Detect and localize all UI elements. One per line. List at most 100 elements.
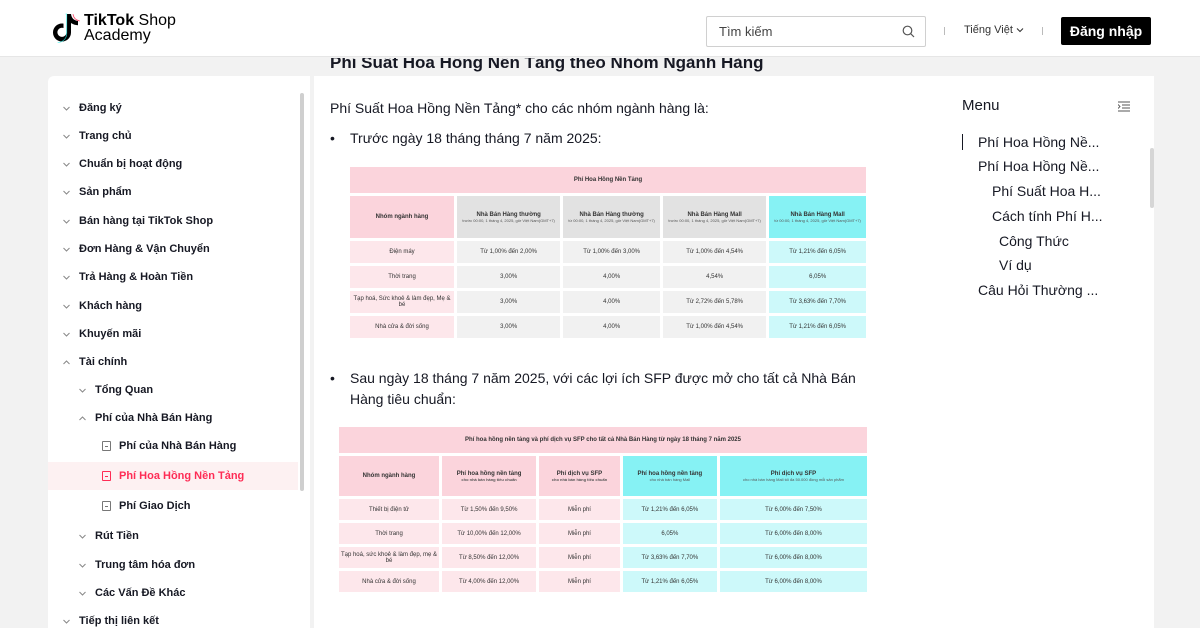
fee-table-after: Phí hoa hồng nền tảng và phí dịch vụ SFP… [336, 424, 870, 595]
sidebar-item-don-hang[interactable]: Đơn Hàng & Vận Chuyển [48, 235, 298, 263]
chevron-down-icon [79, 388, 86, 393]
table-cell: Từ 10,00% đến 12,00% [442, 523, 537, 544]
sidebar-item-label: Phí của Nhà Bán Hàng [95, 412, 213, 424]
toc-item[interactable]: Công Thức [999, 233, 1069, 249]
sidebar-item-label: Trả Hàng & Hoàn Tiền [79, 271, 194, 283]
table-cell: Thời trang [350, 266, 454, 288]
sidebar-item-tra-hang[interactable]: Trả Hàng & Hoàn Tiền [48, 263, 298, 291]
table-header-cell: Nhà Bán Hàng Mall trước 00:00, 1 tháng 4,… [662, 196, 767, 238]
table-cell: 3,00% [457, 316, 561, 338]
chevron-down-icon [79, 563, 86, 568]
table-cell: 4,54% [662, 266, 767, 288]
sidebar-item-rut-tien[interactable]: Rút Tiền [48, 522, 298, 550]
language-selector[interactable]: Tiếng Việt [964, 24, 1024, 36]
table-row: Thời trang 3,00% 4,00% 4,54% 6,05% [350, 266, 866, 288]
toc-active-indicator [962, 134, 963, 150]
sidebar-item-label: Đăng ký [79, 102, 122, 114]
chevron-down-icon [1016, 28, 1024, 33]
table-cell: Từ 1,21% đến 6,05% [769, 241, 866, 263]
sidebar-item-label: Khách hàng [79, 300, 142, 312]
sidebar-item-ban-hang[interactable]: Bán hàng tại TikTok Shop [48, 207, 298, 235]
table-header-cell: Nhóm ngành hàng [350, 196, 454, 238]
sidebar-item-label: Rút Tiền [95, 530, 139, 542]
sidebar-item-label: Các Vấn Đề Khác [95, 587, 186, 599]
toc-item[interactable]: Cách tính Phí H... [992, 208, 1103, 224]
table-cell: 6,05% [622, 523, 717, 544]
table-cell: Từ 1,21% đến 6,05% [769, 316, 866, 338]
sidebar-item-tiep-thi[interactable]: Tiếp thị liên kết [48, 607, 298, 628]
sidebar-item-tai-chinh[interactable]: Tài chính [48, 348, 298, 376]
document-icon [102, 471, 111, 481]
table-header-cell: Phí dịch vụ SFP cho nhà bán hàng Mall tối… [719, 456, 867, 496]
chevron-down-icon [63, 332, 70, 337]
sidebar-item-tong-quan[interactable]: Tổng Quan [48, 376, 298, 404]
table-cell: Miễn phí [539, 571, 620, 592]
table-cell: Từ 1,00% đến 4,54% [662, 316, 767, 338]
table-cell: Từ 6,00% đến 8,00% [719, 571, 867, 592]
search-input[interactable] [707, 17, 887, 46]
table-cell: Từ 1,50% đến 9,50% [442, 499, 537, 520]
sidebar-item-khuyen-mai[interactable]: Khuyến mãi [48, 320, 298, 348]
login-button[interactable]: Đăng nhập [1061, 17, 1151, 45]
table-row: Nhà cửa & đời sống Từ 4,00% đến 12,00% M… [339, 571, 867, 592]
sidebar-item-chuan-bi[interactable]: Chuẩn bị hoạt động [48, 150, 298, 178]
table-cell: Từ 1,00% đến 2,00% [457, 241, 561, 263]
chevron-down-icon [63, 162, 70, 167]
sidebar-item-label: Phí Hoa Hồng Nền Tảng [119, 470, 245, 482]
language-label: Tiếng Việt [964, 24, 1013, 36]
table-cell: Từ 1,21% đến 6,05% [622, 571, 717, 592]
sidebar-item-phi-nha-ban-hang[interactable]: Phí của Nhà Bán Hàng [48, 432, 298, 460]
bullet-after-date: Sau ngày 18 tháng 7 năm 2025, với các lợ… [330, 368, 866, 410]
toc-item[interactable]: Phí Hoa Hồng Nề... [978, 134, 1099, 150]
table-cell: Miễn phí [539, 547, 620, 568]
chevron-down-icon [63, 275, 70, 280]
sidebar-item-label: Đơn Hàng & Vận Chuyển [79, 243, 210, 255]
sidebar-scrollbar[interactable] [300, 93, 304, 491]
table-row: Thiết bị điện tử Từ 1,50% đến 9,50% Miễn… [339, 499, 867, 520]
outline-toggle-icon[interactable] [1118, 101, 1130, 112]
sidebar-item-label: Tiếp thị liên kết [79, 615, 159, 627]
left-sidebar-nav: Đăng ký Trang chủ Chuẩn bị hoạt động Sản… [48, 76, 310, 628]
chevron-down-icon [63, 304, 70, 309]
chevron-up-icon [63, 359, 70, 364]
table-row: Thời trang Từ 10,00% đến 12,00% Miễn phí… [339, 523, 867, 544]
table-header-cell: Phí hoa hồng nền tảng cho nhà bán hàng ti… [442, 456, 537, 496]
toc-title: Menu [962, 97, 1000, 114]
sidebar-item-dang-ky[interactable]: Đăng ký [48, 94, 298, 122]
table-header-cell: Nhóm ngành hàng [339, 456, 439, 496]
sidebar-item-label: Bán hàng tại TikTok Shop [79, 215, 214, 227]
sidebar-item-trang-chu[interactable]: Trang chủ [48, 122, 298, 150]
sidebar-item-khach-hang[interactable]: Khách hàng [48, 292, 298, 320]
sidebar-item-label: Tổng Quan [95, 384, 154, 396]
toc-item[interactable]: Câu Hỏi Thường ... [978, 282, 1098, 298]
document-icon [102, 501, 111, 511]
chevron-down-icon [63, 247, 70, 252]
section-heading: Phí Suất Hoa Hồng Nền Tảng theo Nhóm Ngà… [330, 58, 764, 72]
bullet-before-date: Trước ngày 18 tháng tháng 7 năm 2025: [330, 128, 856, 149]
sidebar-item-phi-nha-ban-hang-group[interactable]: Phí của Nhà Bán Hàng [48, 404, 298, 432]
sidebar-item-van-de-khac[interactable]: Các Vấn Đề Khác [48, 579, 298, 607]
table-cell: Từ 1,21% đến 6,05% [622, 499, 717, 520]
intro-text: Phí Suất Hoa Hồng Nền Tảng* cho các nhóm… [330, 100, 709, 116]
table-header-cell: Phí dịch vụ SFP cho nhà bán hàng tiêu chu… [539, 456, 620, 496]
sidebar-item-phi-giao-dich[interactable]: Phí Giao Dịch [48, 492, 298, 520]
sidebar-item-label: Trang chủ [79, 130, 132, 142]
fee-table-before: Phí Hoa Hồng Nền Tảng Nhóm ngành hàng Nh… [347, 164, 869, 341]
table-cell: Từ 8,50% đến 12,00% [442, 547, 537, 568]
chevron-up-icon [79, 415, 86, 420]
toc-scrollbar[interactable] [1150, 148, 1154, 208]
toc-item[interactable]: Phí Suất Hoa H... [992, 183, 1101, 199]
sidebar-item-phi-hoa-hong[interactable]: Phí Hoa Hồng Nền Tảng [48, 462, 298, 490]
table-cell: Từ 4,00% đến 12,00% [442, 571, 537, 592]
sidebar-item-hoa-don[interactable]: Trung tâm hóa đơn [48, 551, 298, 579]
sidebar-item-san-pham[interactable]: Sản phẩm [48, 178, 298, 206]
sidebar-item-label: Khuyến mãi [79, 328, 142, 340]
sidebar-item-label: Chuẩn bị hoạt động [79, 158, 183, 170]
toc-item[interactable]: Ví dụ [999, 257, 1032, 273]
tiktok-shop-academy-logo[interactable]: TikTok Shop Academy [52, 12, 176, 44]
toc-item[interactable]: Phí Hoa Hồng Nề... [978, 158, 1099, 174]
search-icon[interactable] [902, 25, 915, 38]
table-header-cell: Nhà Bán Hàng thường trước 00:00, 1 tháng … [457, 196, 561, 238]
table-header-cell: Phí hoa hồng nền tảng cho nhà bán hàng Ma… [622, 456, 717, 496]
search-box[interactable] [706, 16, 926, 47]
